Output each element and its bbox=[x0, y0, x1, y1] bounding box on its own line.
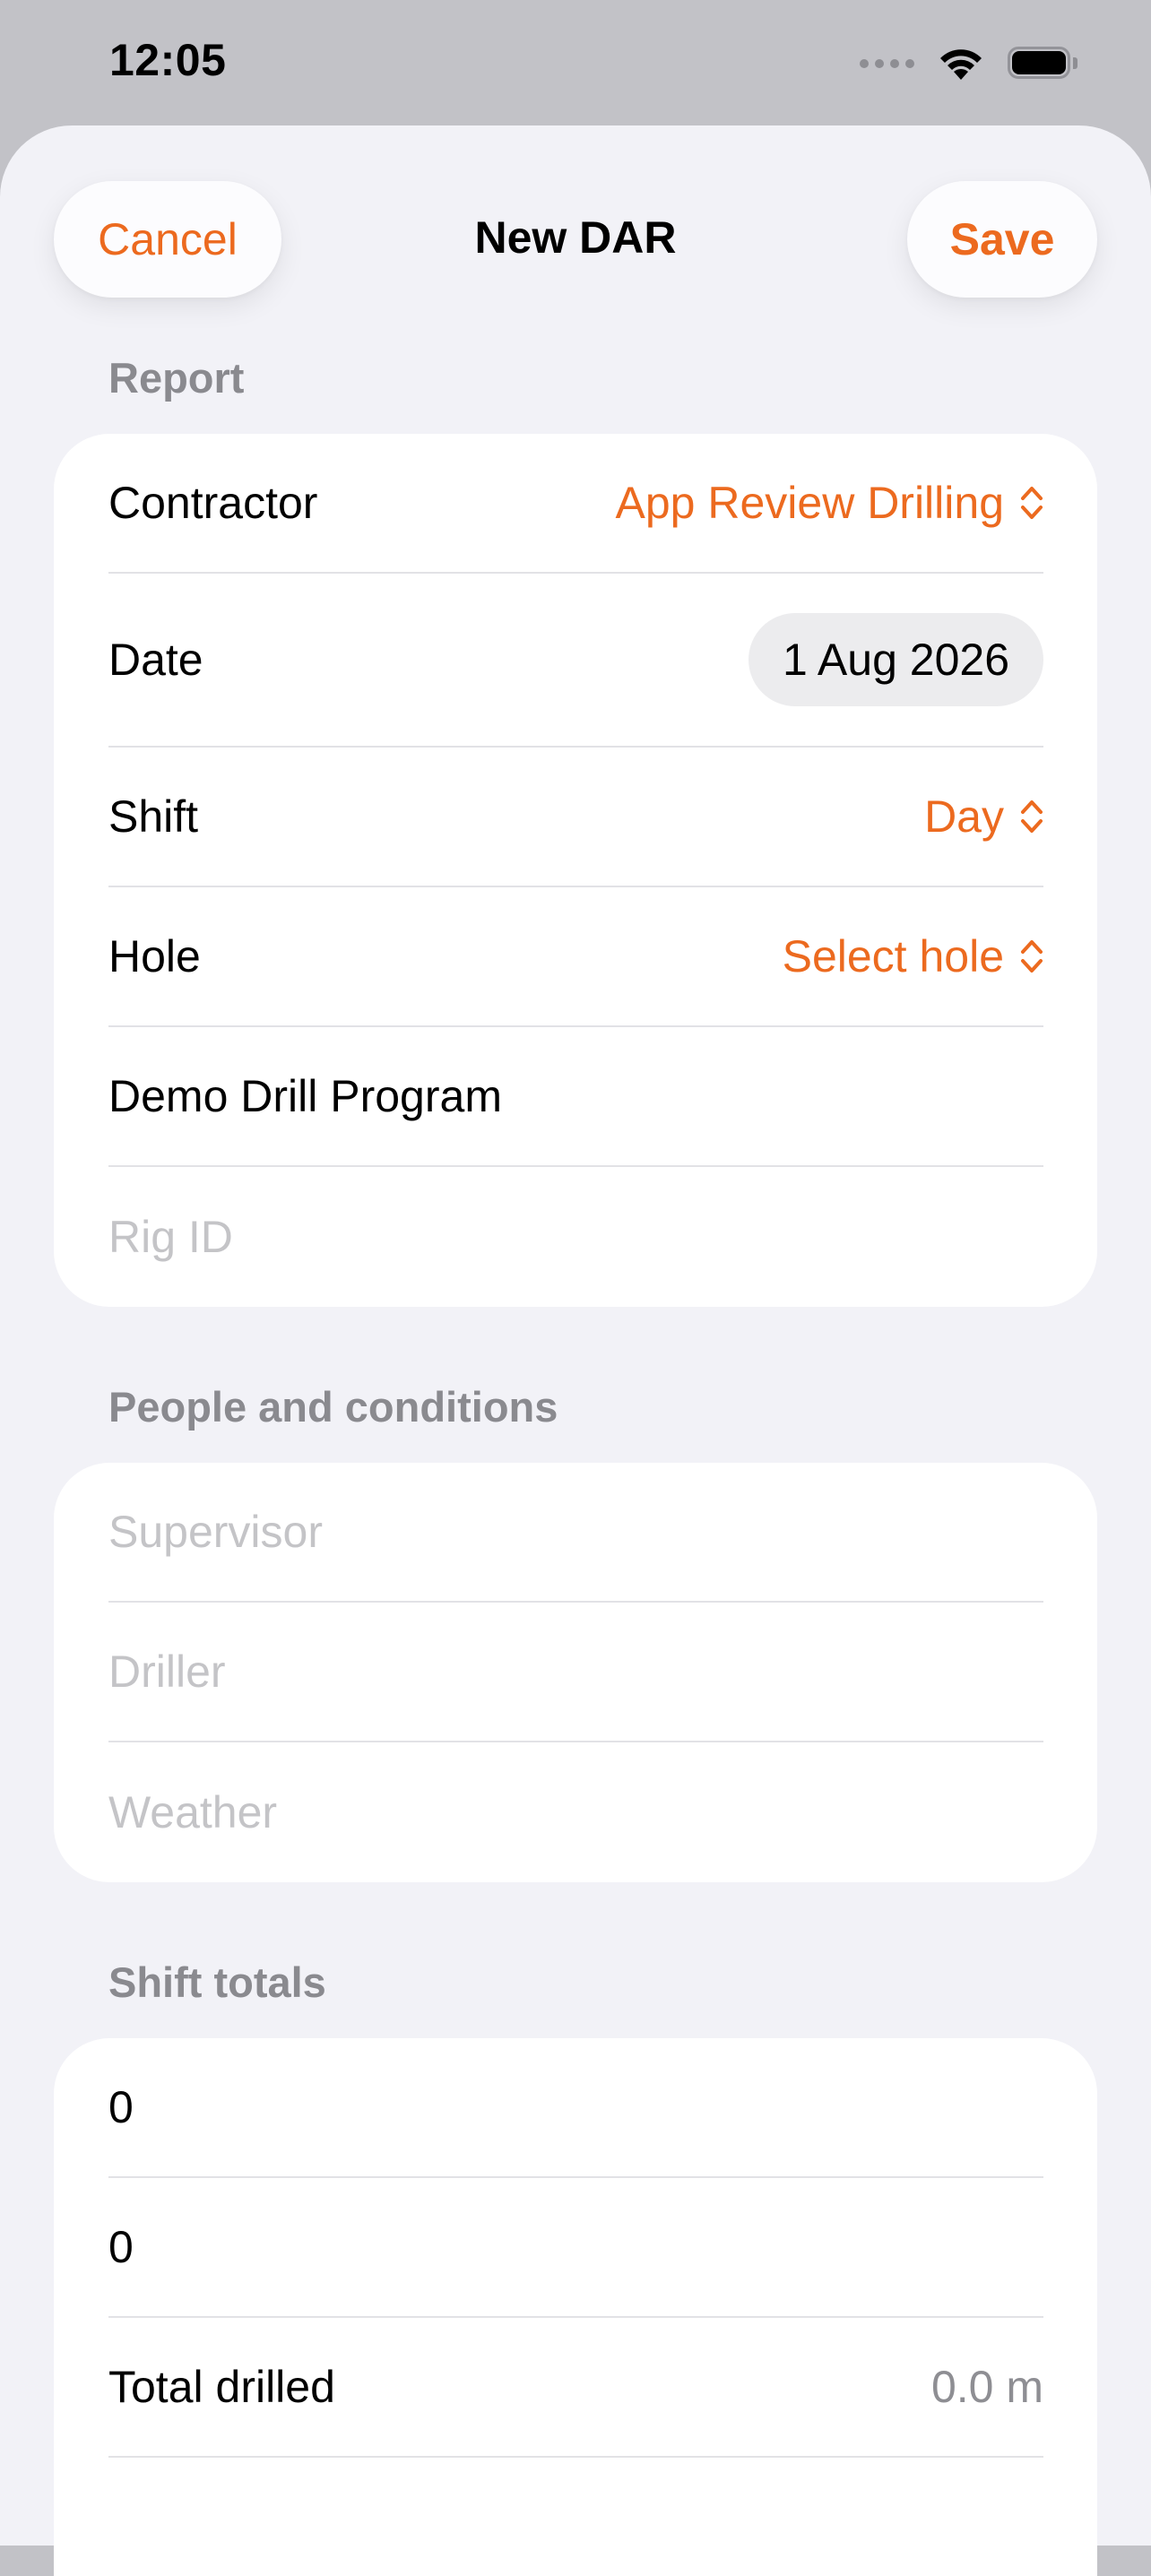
report-card: Contractor App Review Drilling Date 1 Au… bbox=[54, 434, 1097, 1307]
weather-field[interactable]: Weather bbox=[108, 1742, 1043, 1882]
totals-field-1[interactable]: 0 bbox=[108, 2038, 1043, 2178]
contractor-row[interactable]: Contractor App Review Drilling bbox=[108, 434, 1043, 574]
date-row: Date 1 Aug 2026 bbox=[108, 574, 1043, 748]
totals-field-1-value: 0 bbox=[108, 2082, 134, 2132]
total-drilled-value: 0.0 m bbox=[930, 2362, 1043, 2412]
hole-row[interactable]: Hole Select hole bbox=[108, 887, 1043, 1027]
shift-value: Day bbox=[924, 791, 1004, 842]
driller-placeholder: Driller bbox=[108, 1647, 226, 1697]
status-bar: 12:05 bbox=[0, 0, 1151, 125]
wifi-icon bbox=[938, 46, 984, 82]
up-down-chevron-icon bbox=[1021, 800, 1043, 833]
totals-field-2-value: 0 bbox=[108, 2222, 134, 2272]
total-drilled-label: Total drilled bbox=[108, 2362, 335, 2412]
program-row: Demo Drill Program bbox=[108, 1027, 1043, 1167]
up-down-chevron-icon bbox=[1021, 940, 1043, 972]
weather-placeholder: Weather bbox=[108, 1787, 278, 1837]
rig-id-field[interactable]: Rig ID bbox=[108, 1167, 1043, 1307]
rig-id-placeholder: Rig ID bbox=[108, 1212, 233, 1262]
driller-field[interactable]: Driller bbox=[108, 1603, 1043, 1742]
section-header-people: People and conditions bbox=[108, 1383, 558, 1431]
signal-icon bbox=[860, 59, 914, 68]
date-picker-button[interactable]: 1 Aug 2026 bbox=[748, 613, 1043, 706]
up-down-chevron-icon bbox=[1021, 487, 1043, 519]
supervisor-field[interactable]: Supervisor bbox=[108, 1463, 1043, 1603]
section-header-report: Report bbox=[108, 354, 245, 402]
program-value: Demo Drill Program bbox=[108, 1071, 502, 1121]
hole-label: Hole bbox=[108, 931, 201, 981]
hole-picker[interactable]: Select hole bbox=[783, 930, 1043, 982]
totals-card: 0 0 Total drilled 0.0 m bbox=[54, 2038, 1097, 2576]
new-dar-sheet: Cancel New DAR Save Report Contractor Ap… bbox=[0, 125, 1151, 2576]
people-card: Supervisor Driller Weather bbox=[54, 1463, 1097, 1882]
supervisor-placeholder: Supervisor bbox=[108, 1507, 323, 1557]
status-icons bbox=[860, 43, 1077, 84]
battery-icon bbox=[1008, 47, 1077, 81]
hole-value: Select hole bbox=[782, 931, 1004, 981]
shift-row[interactable]: Shift Day bbox=[108, 748, 1043, 887]
totals-field-2[interactable]: 0 bbox=[108, 2178, 1043, 2318]
section-header-totals: Shift totals bbox=[108, 1958, 326, 2006]
save-button[interactable]: Save bbox=[907, 181, 1097, 298]
date-label: Date bbox=[108, 635, 203, 685]
contractor-value: App Review Drilling bbox=[615, 478, 1005, 528]
shift-label: Shift bbox=[108, 791, 199, 842]
shift-picker[interactable]: Day bbox=[924, 791, 1043, 843]
status-time: 12:05 bbox=[109, 35, 227, 85]
total-drilled-row: Total drilled 0.0 m bbox=[108, 2318, 1043, 2458]
contractor-picker[interactable]: App Review Drilling bbox=[616, 477, 1044, 529]
contractor-label: Contractor bbox=[108, 478, 318, 528]
